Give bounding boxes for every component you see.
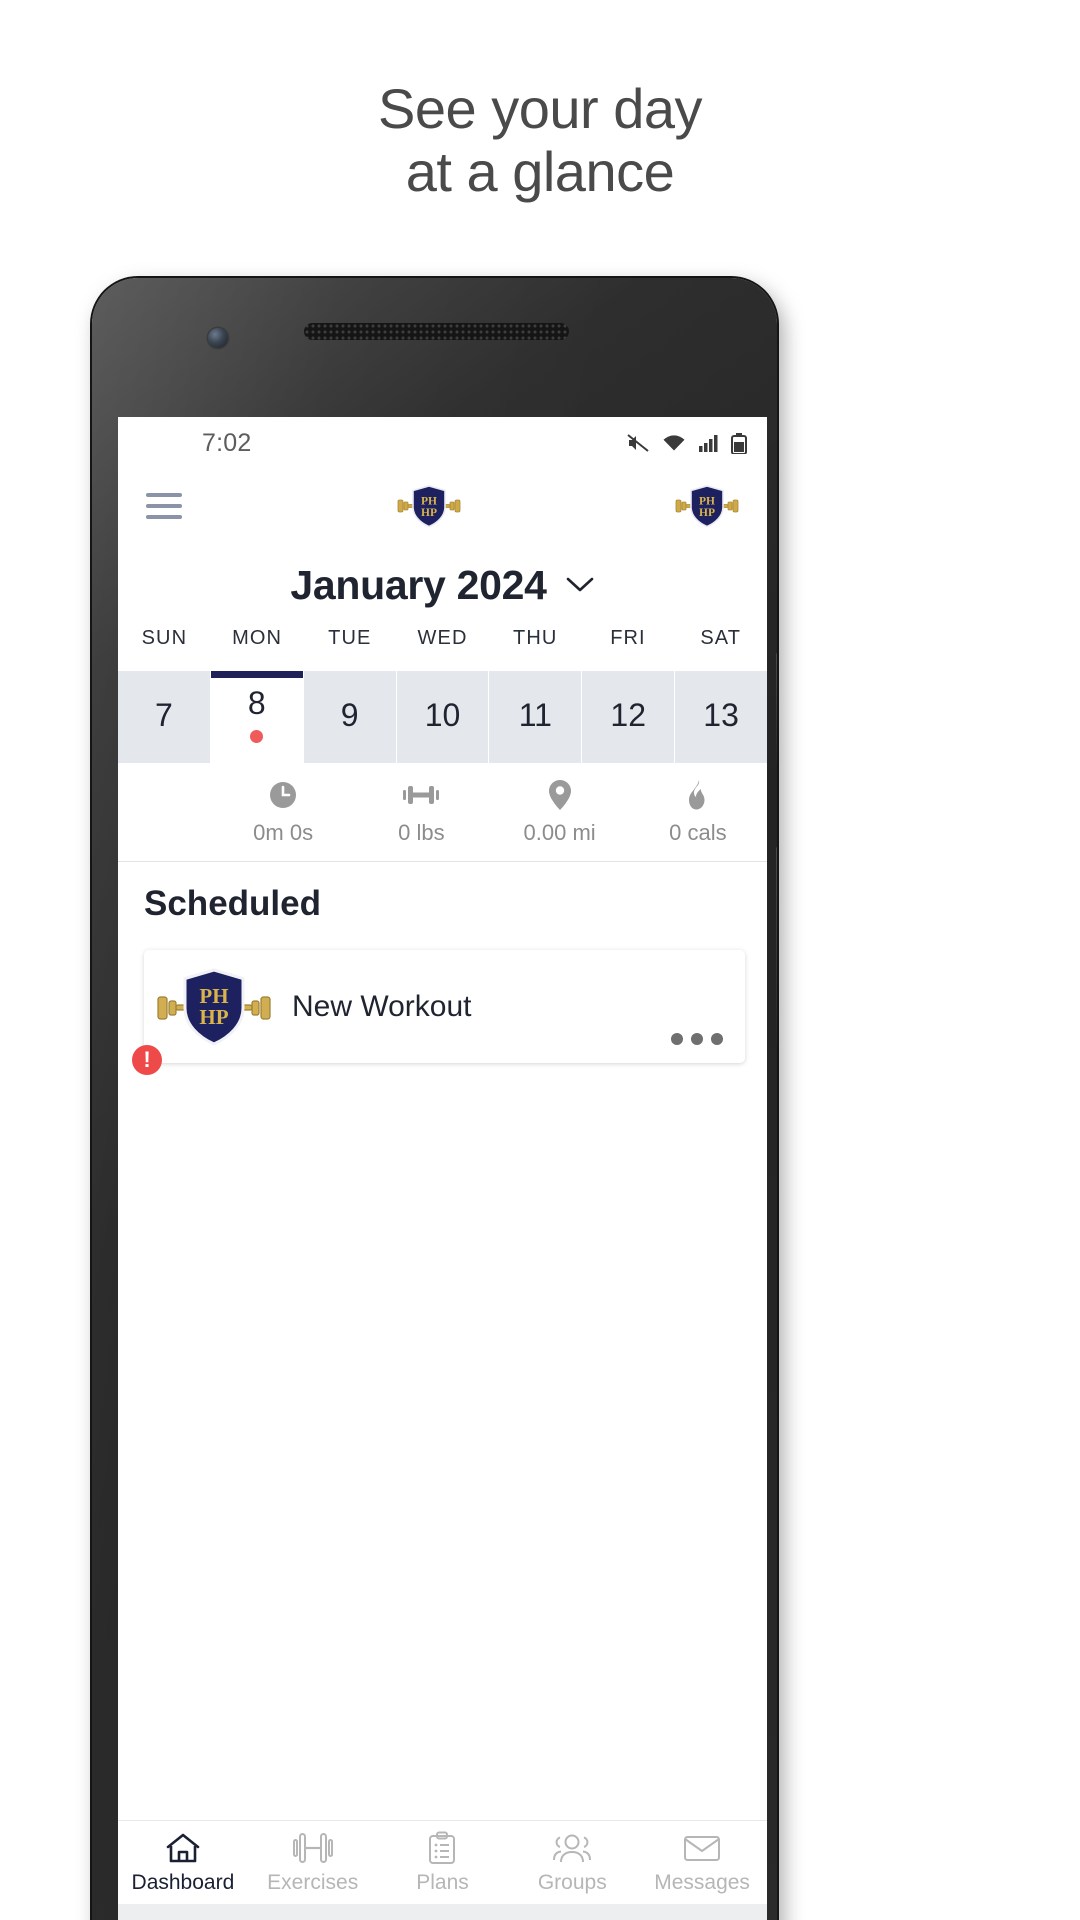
phhp-shield-logo-center: PH HP xyxy=(397,483,461,529)
calendar-date-cell[interactable]: 10 xyxy=(396,671,490,763)
calendar-dates-row: 7 8 9 10 11 12 13 xyxy=(118,671,767,763)
svg-text:PH: PH xyxy=(421,496,437,508)
mute-icon xyxy=(626,433,650,453)
nav-item-messages[interactable]: Messages xyxy=(637,1831,767,1895)
stat-calories: 0 cals xyxy=(629,779,767,846)
promo-headline-line-2: at a glance xyxy=(405,139,675,203)
scheduled-workout-title: New Workout xyxy=(292,989,472,1023)
svg-text:PH: PH xyxy=(699,496,715,508)
nav-item-groups[interactable]: Groups xyxy=(507,1831,637,1895)
weekday-label: TUE xyxy=(328,627,372,649)
calendar-date-number: 10 xyxy=(424,697,461,733)
promo-headline-line-1: See your day xyxy=(378,77,702,140)
calendar-date-number: 11 xyxy=(518,697,552,733)
weekday-label: SAT xyxy=(700,627,742,649)
calendar-month-header[interactable]: January 2024 xyxy=(118,543,767,627)
status-badge: ! xyxy=(132,1045,162,1075)
calendar-date-cell[interactable]: 13 xyxy=(675,671,767,763)
stat-distance-label: 0.00 mi xyxy=(523,819,596,845)
promo-headline: See your day at a glance xyxy=(0,77,1080,203)
nav-item-exercises[interactable]: Exercises xyxy=(248,1831,378,1895)
more-horizontal-icon[interactable] xyxy=(671,1033,723,1045)
hamburger-menu-icon[interactable] xyxy=(146,493,182,519)
clipboard-icon xyxy=(427,1831,457,1865)
nav-item-dashboard[interactable]: Dashboard xyxy=(118,1831,248,1895)
calendar-date-cell[interactable]: 12 xyxy=(582,671,676,763)
android-system-navigation: ||| ‹ xyxy=(118,1904,767,1920)
stat-duration-label: 0m 0s xyxy=(253,819,314,845)
calendar-date-cell[interactable]: 9 xyxy=(303,671,397,763)
bottom-navigation-bar: Dashboard Exercises Plans Groups Message… xyxy=(118,1820,767,1904)
nav-label: Plans xyxy=(416,1870,469,1894)
nav-label: Groups xyxy=(537,1870,607,1894)
dashboard-content: Scheduled PH HP New Workout ! xyxy=(118,862,767,1820)
calendar-date-cell-selected[interactable]: 8 xyxy=(210,671,304,763)
nav-label: Dashboard xyxy=(131,1870,235,1894)
calendar-date-number: 12 xyxy=(610,697,647,733)
svg-text:HP: HP xyxy=(699,507,715,519)
clock-icon xyxy=(267,779,299,811)
phhp-shield-logo-right[interactable]: PH HP xyxy=(675,483,739,529)
status-bar-icons xyxy=(626,432,747,454)
nav-item-plans[interactable]: Plans xyxy=(378,1831,508,1895)
earpiece-speaker-icon xyxy=(304,323,569,340)
location-pin-icon xyxy=(547,779,573,811)
app-bar: PH HP PH HP xyxy=(118,469,767,543)
weekday-label: FRI xyxy=(610,627,646,649)
stat-weight: 0 lbs xyxy=(352,779,490,846)
dumbbell-icon xyxy=(292,1831,334,1865)
weekday-label: MON xyxy=(232,627,283,649)
chevron-down-icon[interactable] xyxy=(565,576,595,594)
svg-text:HP: HP xyxy=(421,507,437,519)
calendar-date-number: 13 xyxy=(703,697,739,733)
weekday-label: THU xyxy=(513,627,558,649)
calendar-date-number: 9 xyxy=(340,697,359,733)
scheduled-workout-card[interactable]: PH HP New Workout ! xyxy=(132,950,745,1075)
status-bar-clock: 7:02 xyxy=(202,428,252,457)
weekday-label: WED xyxy=(417,627,468,649)
phone-device-frame: 7:02 PH HP PH HP January 2024 SUN MON TU… xyxy=(92,278,777,1920)
calendar-event-dot xyxy=(250,730,264,743)
flame-icon xyxy=(685,779,711,811)
calendar-date-cell[interactable]: 7 xyxy=(118,671,211,763)
nav-label: Exercises xyxy=(267,1870,359,1894)
envelope-icon xyxy=(682,1831,722,1865)
wifi-icon xyxy=(661,433,687,453)
phhp-shield-logo: PH HP xyxy=(154,965,274,1049)
promo-screenshot-page: See your day at a glance 7:02 PH HP PH H… xyxy=(0,0,1080,1920)
nav-label: Messages xyxy=(654,1870,750,1894)
calendar-month-label: January 2024 xyxy=(290,561,547,608)
stat-distance: 0.00 mi xyxy=(491,779,629,846)
dumbbell-icon xyxy=(402,779,440,811)
scheduled-section-title: Scheduled xyxy=(144,884,321,923)
stat-duration: 0m 0s xyxy=(214,779,352,846)
power-button[interactable] xyxy=(776,846,777,1046)
home-icon xyxy=(164,1831,202,1865)
volume-button[interactable] xyxy=(776,652,777,764)
front-camera-icon xyxy=(208,328,228,348)
phone-screen: 7:02 PH HP PH HP January 2024 SUN MON TU… xyxy=(118,417,767,1920)
calendar-date-number: 8 xyxy=(247,685,266,721)
battery-icon xyxy=(731,432,747,454)
weekday-label: SUN xyxy=(141,627,188,649)
svg-text:HP: HP xyxy=(199,1005,228,1029)
daily-stats-row: 0m 0s 0 lbs 0.00 mi 0 cals xyxy=(118,763,767,862)
calendar-weekday-row: SUN MON TUE WED THU FRI SAT xyxy=(118,627,767,671)
status-bar: 7:02 xyxy=(118,417,767,469)
people-icon xyxy=(551,1831,593,1865)
stat-weight-label: 0 lbs xyxy=(398,819,445,845)
calendar-date-cell[interactable]: 11 xyxy=(489,671,583,763)
signal-icon xyxy=(698,433,720,453)
stat-calories-label: 0 cals xyxy=(669,819,727,845)
calendar-date-number: 7 xyxy=(155,697,173,733)
